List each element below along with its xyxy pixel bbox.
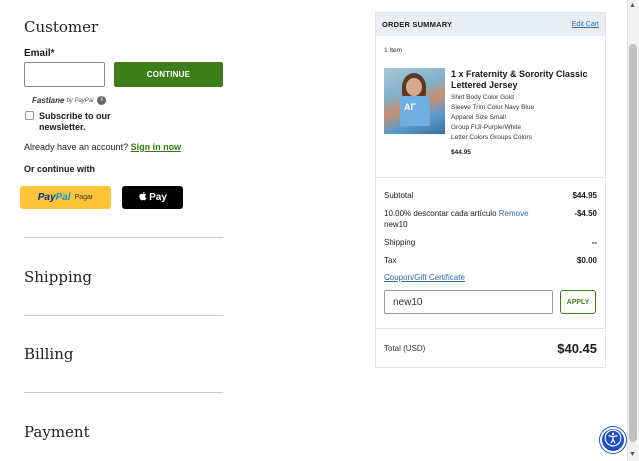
- scrollbar-thumb[interactable]: [629, 44, 637, 442]
- paypal-button[interactable]: PayPal Pagar: [20, 186, 111, 209]
- subtotal-value: $44.95: [572, 191, 597, 200]
- billing-heading[interactable]: Billing: [24, 345, 73, 363]
- accessibility-icon: [604, 429, 622, 452]
- apple-pay-label: Pay: [149, 192, 167, 203]
- fastlane-badge: Fastlane by PayPal i: [32, 96, 107, 105]
- tax-value: $0.00: [576, 256, 597, 265]
- item-count: 1 Item: [384, 47, 403, 54]
- coupon-input[interactable]: [384, 290, 553, 314]
- remove-discount-link[interactable]: Remove: [499, 209, 529, 218]
- subscribe-label: Subscribe to our newsletter.: [39, 111, 111, 132]
- shipping-row: Shipping --: [384, 238, 597, 247]
- sign-in-link[interactable]: Sign in now: [131, 142, 182, 152]
- scroll-down-arrow-icon[interactable]: ▼: [629, 451, 636, 458]
- product-price: $44.95: [451, 149, 471, 156]
- sign-in-prompt: Already have an account? Sign in now: [24, 142, 181, 152]
- email-input[interactable]: [24, 62, 105, 87]
- summary-divider: [376, 328, 605, 329]
- product-attr: Group FIJI-Purple/White: [451, 124, 522, 131]
- apply-coupon-button[interactable]: APPLY: [560, 290, 596, 314]
- total-row: Total (USD) $40.45: [384, 341, 597, 356]
- email-label: Email*: [24, 48, 55, 59]
- thumbnail-face: [406, 78, 422, 96]
- accessibility-button[interactable]: [600, 427, 626, 453]
- discount-code: new10: [384, 220, 408, 229]
- paypal-logo-pal: Pal: [55, 192, 71, 203]
- product-attributes: Shirt Body Color Gold Sleeve Trim Color …: [451, 93, 534, 143]
- apple-icon: [138, 191, 147, 204]
- product-attr: Shirt Body Color Gold: [451, 94, 514, 101]
- section-divider: [24, 392, 223, 393]
- product-attr: Letter Colors Groups Colors: [451, 134, 532, 141]
- product-attr: Apparel Size Small: [451, 114, 506, 121]
- edit-cart-link[interactable]: Edit Cart: [572, 21, 599, 28]
- tax-label: Tax: [384, 256, 397, 265]
- paypal-pagar-label: Pagar: [74, 194, 94, 201]
- info-icon[interactable]: i: [97, 96, 107, 105]
- coupon-gift-link[interactable]: Coupon/Gift Certificate: [384, 273, 465, 282]
- total-value: $40.45: [557, 341, 597, 356]
- paypal-logo-pay: Pay: [37, 192, 56, 203]
- shipping-value: --: [591, 238, 597, 247]
- section-divider: [24, 315, 223, 316]
- discount-row: 10.00% descontar cada artículo Remove ne…: [384, 208, 597, 230]
- continue-button[interactable]: CONTINUE: [114, 62, 223, 87]
- subtotal-label: Subtotal: [384, 191, 414, 200]
- product-thumbnail: ΑΓ: [384, 68, 445, 134]
- total-label: Total (USD): [384, 344, 426, 353]
- scroll-up-arrow-icon[interactable]: ▲: [629, 2, 636, 9]
- summary-divider: [376, 177, 605, 178]
- or-continue-label: Or continue with: [24, 164, 95, 174]
- paypal-logo: PayPal: [38, 192, 71, 203]
- customer-heading: Customer: [24, 18, 99, 36]
- shipping-label: Shipping: [384, 238, 416, 247]
- shipping-heading[interactable]: Shipping: [24, 268, 92, 286]
- fastlane-by-paypal: by PayPal: [66, 97, 94, 104]
- order-summary: ORDER SUMMARY Edit Cart 1 Item ΑΓ 1 x Fr…: [375, 12, 606, 368]
- order-summary-header: ORDER SUMMARY Edit Cart: [376, 13, 605, 36]
- product-title: 1 x Fraternity & Sorority Classic Letter…: [451, 69, 588, 90]
- subtotal-row: Subtotal $44.95: [384, 191, 597, 200]
- order-summary-title: ORDER SUMMARY: [382, 20, 453, 29]
- subscribe-checkbox[interactable]: [25, 111, 34, 120]
- apple-pay-button[interactable]: Pay: [122, 186, 183, 209]
- discount-label: 10.00% descontar cada artículo: [384, 209, 497, 218]
- discount-label-block: 10.00% descontar cada artículo Remove ne…: [384, 208, 554, 230]
- payment-heading[interactable]: Payment: [24, 423, 90, 441]
- thumbnail-letters: ΑΓ: [404, 102, 416, 112]
- section-divider: [24, 237, 223, 238]
- product-attr: Sleeve Trim Color Navy Blue: [451, 104, 535, 111]
- fastlane-label: Fastlane: [32, 96, 65, 105]
- discount-value: -$4.50: [574, 209, 597, 218]
- tax-row: Tax $0.00: [384, 256, 597, 265]
- already-account-text: Already have an account?: [24, 142, 129, 152]
